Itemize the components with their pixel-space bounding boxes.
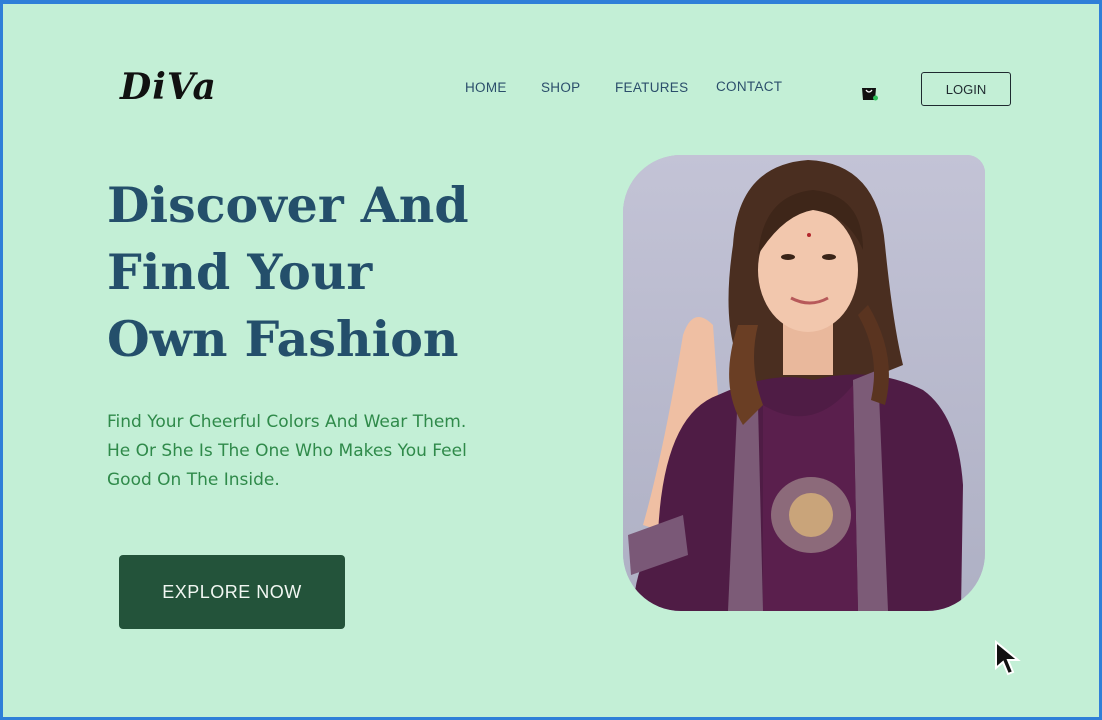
hero-subtext: Find Your Cheerful Colors And Wear Them.…	[107, 408, 547, 495]
shopping-bag-icon[interactable]	[860, 84, 878, 101]
headline-line: Find Your	[107, 243, 373, 301]
nav-item-contact[interactable]: CONTACT	[716, 79, 782, 94]
subtext-line: Good On The Inside.	[107, 470, 280, 490]
hero-headline: Discover And Find Your Own Fashion	[107, 172, 567, 373]
hero-model-image	[623, 155, 985, 611]
explore-now-button[interactable]: EXPLORE NOW	[119, 555, 345, 629]
subtext-line: He Or She Is The One Who Makes You Feel	[107, 441, 467, 461]
login-button[interactable]: LOGIN	[921, 72, 1011, 106]
mouse-cursor-icon	[993, 639, 1025, 676]
nav-item-home[interactable]: HOME	[465, 80, 507, 95]
nav-item-shop[interactable]: SHOP	[541, 80, 580, 95]
nav-item-features[interactable]: FEATURES	[615, 80, 688, 95]
brand-logo[interactable]: DiVa	[120, 66, 217, 108]
headline-line: Own Fashion	[107, 310, 459, 368]
headline-line: Discover And	[107, 176, 469, 234]
subtext-line: Find Your Cheerful Colors And Wear Them.	[107, 412, 467, 432]
